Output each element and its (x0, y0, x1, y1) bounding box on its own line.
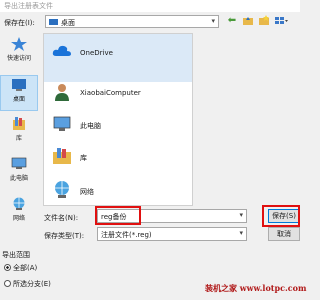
place-quick-access[interactable]: 快速访问 (0, 35, 38, 71)
radio-unchecked-icon (4, 280, 11, 287)
library-icon (53, 148, 71, 164)
network-icon (55, 181, 69, 198)
watermark: 装机之家 www.lotpc.com (205, 283, 307, 293)
chevron-down-icon: ▾ (211, 17, 215, 25)
save-type-dropdown[interactable]: 注册文件(*.reg) ▾ (97, 227, 247, 241)
file-name: 此电脑 (80, 122, 101, 130)
cancel-button[interactable]: 取消 (268, 227, 300, 241)
list-item-this-pc[interactable]: 此电脑 (52, 114, 192, 138)
desktop-folder-icon (49, 19, 58, 25)
radio-selected-branch[interactable]: 所选分支(E) (4, 279, 51, 289)
star-icon (11, 37, 27, 51)
file-name: XiaobaiComputer (80, 89, 141, 97)
place-label: 桌面 (12, 96, 25, 103)
list-item-user[interactable]: XiaobaiComputer (52, 82, 192, 106)
up-folder-icon[interactable] (242, 15, 254, 27)
radio-selected-branch-label: 所选分支(E) (13, 280, 51, 288)
place-library[interactable]: 库 (0, 115, 38, 151)
computer-icon (53, 116, 71, 131)
list-item-onedrive[interactable]: OneDrive (52, 42, 192, 66)
file-list[interactable]: OneDrive XiaobaiComputer 此电脑 库 网络 (43, 33, 193, 206)
radio-all[interactable]: 全部(A) (4, 263, 37, 273)
save-in-dropdown[interactable]: 桌面 ▾ (45, 15, 219, 28)
save-in-label: 保存在(I): (4, 19, 35, 27)
save-in-value: 桌面 (61, 19, 75, 27)
chevron-down-icon[interactable]: ▾ (239, 211, 243, 219)
chevron-down-icon: ▾ (239, 229, 243, 237)
radio-checked-icon (4, 264, 11, 271)
place-label: 此电脑 (9, 175, 28, 182)
user-icon (55, 84, 69, 101)
view-menu-icon[interactable] (274, 15, 288, 27)
save-type-value: 注册文件(*.reg) (101, 231, 152, 239)
list-item-library[interactable]: 库 (52, 146, 192, 170)
place-label: 快速访问 (6, 55, 31, 62)
place-label: 库 (15, 135, 22, 142)
place-network[interactable]: 网络 (0, 195, 38, 231)
list-item-network[interactable]: 网络 (52, 180, 192, 204)
network-icon (13, 197, 25, 210)
cloud-icon (52, 45, 71, 56)
new-folder-icon[interactable] (258, 15, 270, 27)
computer-icon (11, 157, 27, 169)
filename-annotation-box (95, 206, 141, 225)
filename-label: 文件名(N): (44, 214, 79, 222)
place-desktop[interactable]: 桌面 (0, 75, 38, 111)
file-name: OneDrive (80, 49, 113, 57)
desktop-icon (12, 79, 26, 91)
back-arrow-icon[interactable]: ⬅ (226, 15, 238, 27)
file-name: 库 (80, 154, 87, 162)
save-annotation-box (262, 205, 300, 227)
library-icon (13, 117, 25, 130)
window-title: 导出注册表文件 (4, 2, 53, 10)
place-label: 网络 (12, 215, 25, 222)
places-bar: 快速访问 桌面 库 此电脑 网络 (0, 35, 40, 235)
export-range-label: 导出范围 (2, 251, 30, 259)
title-bar: 导出注册表文件 (0, 0, 300, 12)
place-this-pc[interactable]: 此电脑 (0, 155, 38, 191)
radio-all-label: 全部(A) (13, 264, 38, 272)
save-type-label: 保存类型(T): (44, 232, 85, 240)
file-name: 网络 (80, 188, 94, 196)
